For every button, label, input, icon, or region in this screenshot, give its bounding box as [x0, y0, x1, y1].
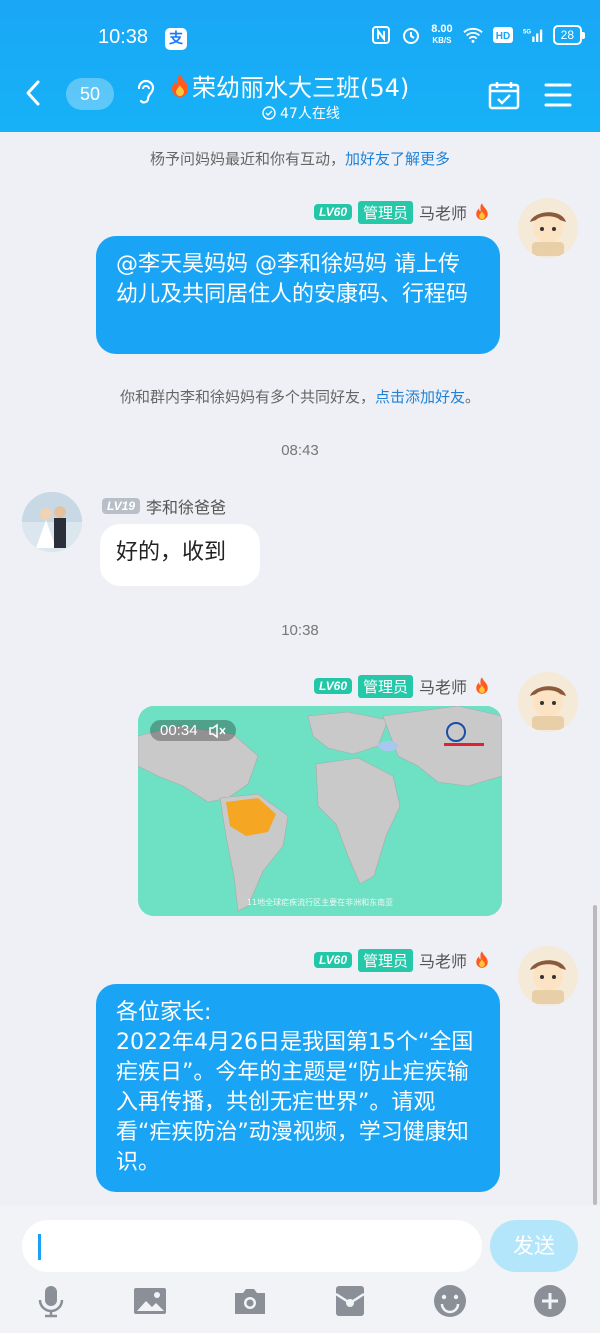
message-bubble[interactable]: 好的，收到 [100, 524, 260, 586]
sender-line: LV60 管理员 马老师 [314, 948, 491, 972]
alipay-icon: 支 [165, 28, 187, 50]
muted-speaker-icon[interactable] [208, 723, 226, 739]
avatar[interactable] [518, 946, 578, 1006]
hd-icon: HD [492, 25, 513, 45]
fire-icon [476, 677, 488, 694]
video-duration: 00:34 [150, 720, 236, 741]
admin-badge: 管理员 [358, 200, 414, 224]
timestamp: 10:38 [281, 622, 319, 639]
admin-badge: 管理员 [358, 948, 414, 972]
svg-text:5G: 5G [523, 28, 531, 35]
network-speed: 8.00 KB/S [431, 23, 453, 46]
message-bubble[interactable]: @李天昊妈妈 @李和徐妈妈 请上传幼儿及共同居住人的安康码、行程码 [96, 236, 500, 354]
fire-icon [476, 203, 488, 220]
friend-suggestion-note: 杨予问妈妈最近和你有互动，加好友了解更多 [0, 148, 600, 169]
sender-name[interactable]: 马老师 [419, 200, 467, 224]
status-bar: 10:38 支 8.00 KB/S HD 5G 28 [0, 22, 600, 56]
note-text-end: 。 [465, 388, 481, 406]
note-text: 你和群内李和徐妈妈有多个共同好友， [119, 388, 375, 406]
video-message[interactable]: 00:34 11地全球疟疾流行区主要在非洲和东南亚 [138, 706, 502, 916]
emoji-icon[interactable] [433, 1284, 467, 1318]
unread-count-badge[interactable]: 50 [66, 78, 114, 110]
calendar-icon[interactable] [488, 80, 520, 110]
input-area: 发送 [0, 1206, 600, 1333]
camera-icon[interactable] [233, 1284, 267, 1318]
add-friend-link[interactable]: 点击添加好友 [375, 388, 465, 406]
nfc-icon [371, 25, 391, 45]
message-input[interactable] [22, 1220, 482, 1272]
avatar[interactable] [518, 198, 578, 258]
chat-header: 10:38 支 8.00 KB/S HD 5G 28 50 荣幼丽水大三班(54… [0, 0, 600, 132]
toolbar [0, 1284, 600, 1324]
sender-line: LV60 管理员 马老师 [314, 674, 491, 698]
avatar[interactable] [518, 672, 578, 732]
group-name: 荣幼丽水大三班(54) [192, 74, 410, 102]
mic-icon[interactable] [34, 1284, 68, 1318]
level-badge: LV60 [314, 204, 353, 220]
level-badge: LV60 [314, 678, 353, 694]
plus-icon[interactable] [533, 1284, 567, 1318]
online-count: 47人在线 [280, 106, 340, 122]
wifi-icon [462, 25, 483, 45]
mutual-friends-note: 你和群内李和徐妈妈有多个共同好友，点击添加好友。 [0, 386, 600, 407]
avatar[interactable] [22, 492, 82, 552]
svg-text:HD: HD [495, 31, 509, 42]
add-friend-link[interactable]: 加好友了解更多 [345, 150, 450, 168]
sender-line: LV19 李和徐爸爸 [102, 494, 226, 518]
image-icon[interactable] [133, 1284, 167, 1318]
ear-icon[interactable] [134, 76, 156, 106]
fire-icon [476, 951, 488, 968]
level-badge: LV60 [314, 952, 353, 968]
video-caption: 11地全球疟疾流行区主要在非洲和东南亚 [246, 898, 394, 907]
menu-icon[interactable] [544, 82, 572, 108]
alarm-icon [401, 25, 421, 45]
back-icon[interactable] [22, 78, 46, 108]
red-packet-icon[interactable] [333, 1284, 367, 1318]
text-caret [38, 1234, 41, 1260]
admin-badge: 管理员 [358, 674, 414, 698]
message-bubble[interactable]: 各位家长: 2022年4月26日是我国第15个“全国疟疾日”。今年的主题是“防止… [96, 984, 500, 1192]
battery-indicator: 28 [552, 25, 586, 45]
fire-icon [172, 73, 188, 97]
clock: 10:38 [98, 26, 149, 48]
send-button[interactable]: 发送 [490, 1220, 578, 1272]
note-text: 杨予问妈妈最近和你有互动， [149, 150, 345, 168]
sender-name[interactable]: 马老师 [419, 948, 467, 972]
signal-5g-icon: 5G [523, 25, 543, 45]
scrollbar[interactable] [593, 905, 597, 1205]
timestamp: 08:43 [281, 442, 319, 459]
level-badge: LV19 [102, 498, 141, 514]
sender-name[interactable]: 李和徐爸爸 [146, 494, 226, 518]
sender-name[interactable]: 马老师 [419, 674, 467, 698]
group-title[interactable]: 荣幼丽水大三班(54) [168, 68, 409, 103]
sender-line: LV60 管理员 马老师 [314, 200, 491, 224]
check-circle-icon [262, 106, 276, 120]
online-status: 47人在线 [262, 103, 340, 123]
